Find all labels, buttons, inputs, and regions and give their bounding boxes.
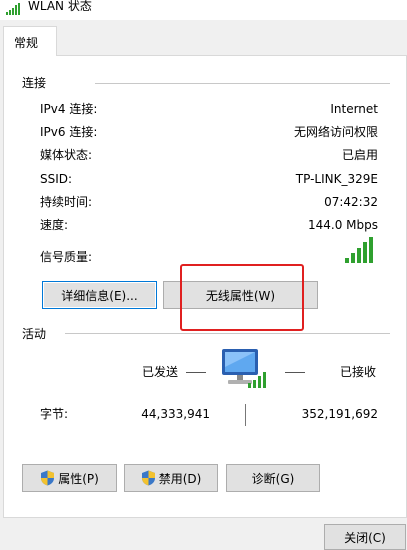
details-button-label: 详细信息(E)... — [61, 288, 138, 303]
properties-button[interactable]: 属性(P) — [22, 464, 117, 492]
received-label: 已接收 — [340, 365, 377, 379]
window-title: WLAN 状态 — [28, 0, 92, 13]
bytes-received-value: 352,191,692 — [301, 407, 378, 421]
ssid-value: TP-LINK_329E — [295, 172, 378, 186]
speed-value: 144.0 Mbps — [307, 218, 378, 232]
title-bar: WLAN 状态 — [0, 0, 407, 20]
signal-bars-icon — [345, 237, 373, 263]
properties-button-label: 属性(P) — [58, 471, 99, 486]
activity-heading: 活动 — [22, 327, 47, 341]
disable-button[interactable]: 禁用(D) — [124, 464, 218, 492]
connection-divider — [95, 83, 390, 84]
bytes-label: 字节: — [40, 407, 69, 421]
ipv6-value: 无网络访问权限 — [293, 125, 378, 139]
uac-shield-icon — [141, 470, 155, 486]
speed-label: 速度: — [40, 218, 69, 232]
ipv6-label: IPv6 连接: — [40, 125, 98, 139]
wifi-signal-icon — [6, 3, 20, 15]
close-button[interactable]: 关闭(C) — [324, 524, 406, 550]
close-button-label: 关闭(C) — [344, 530, 386, 545]
duration-label: 持续时间: — [40, 195, 93, 209]
sent-dash — [186, 372, 206, 373]
details-button[interactable]: 详细信息(E)... — [42, 281, 157, 309]
duration-value: 07:42:32 — [324, 195, 378, 209]
ipv4-label: IPv4 连接: — [40, 102, 98, 116]
disable-button-label: 禁用(D) — [158, 471, 202, 486]
ssid-label: SSID: — [40, 172, 73, 186]
red-highlight-box — [180, 264, 304, 331]
uac-shield-icon — [41, 470, 55, 486]
media-state-label: 媒体状态: — [40, 148, 93, 162]
network-computer-icon — [222, 349, 266, 388]
diagnose-button[interactable]: 诊断(G) — [226, 464, 320, 492]
signal-quality-label: 信号质量: — [40, 250, 93, 264]
diagnose-button-label: 诊断(G) — [251, 471, 295, 486]
activity-divider — [65, 333, 390, 334]
activity-separator — [245, 404, 246, 426]
received-dash — [285, 372, 305, 373]
ipv4-value: Internet — [330, 102, 378, 116]
tab-general[interactable]: 常规 — [3, 26, 57, 56]
media-state-value: 已启用 — [341, 148, 378, 162]
connection-heading: 连接 — [22, 76, 47, 90]
sent-label: 已发送 — [142, 365, 179, 379]
tab-label: 常规 — [14, 36, 39, 50]
bytes-sent-value: 44,333,941 — [141, 407, 210, 421]
